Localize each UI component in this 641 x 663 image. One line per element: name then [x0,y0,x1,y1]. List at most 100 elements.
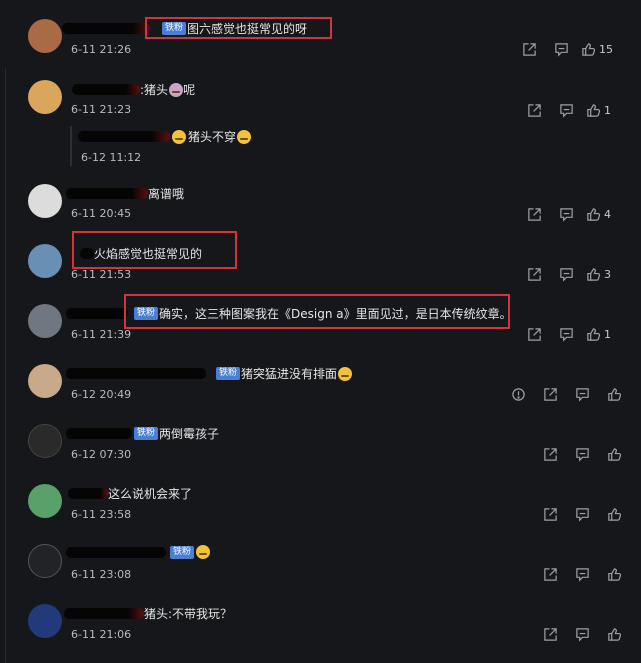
fan-badge: 铁粉 [134,427,159,440]
report-button[interactable] [502,386,534,402]
reply-timestamp: 6-12 11:12 [81,151,142,164]
share-icon [522,42,536,56]
redacted-username [64,608,144,619]
like-icon [607,567,621,581]
reply-indent-bar [70,126,72,166]
share-button[interactable] [513,41,545,57]
like-count: 1 [604,327,611,341]
reply-icon [554,42,568,57]
comment-actions [534,446,630,462]
reply-icon [575,627,589,642]
share-icon [543,567,557,581]
like-button[interactable] [598,566,630,582]
reply-button[interactable] [550,102,582,118]
reply-button[interactable] [550,326,582,342]
comment-text: 图六感觉也挺常见的呀 [187,22,308,36]
reply-button[interactable] [566,626,598,642]
comment-text-line: 铁粉 图六感觉也挺常见的呀 [62,20,307,37]
reply-icon [559,207,573,222]
share-button[interactable] [534,446,566,462]
avatar[interactable] [28,424,62,458]
avatar[interactable] [28,364,62,398]
comment-text: 火焰感觉也挺常见的 [94,247,203,261]
like-icon [607,447,621,461]
emoji-icon [338,366,353,381]
share-icon [543,447,557,461]
reply-icon [559,103,573,118]
avatar[interactable] [28,19,62,53]
comment-text-line: 这么说机会来了 [68,485,192,502]
reply-button[interactable] [550,206,582,222]
avatar[interactable] [28,184,62,218]
fan-badge: 铁粉 [216,367,241,380]
comment-text: 两倒霉孩子 [159,427,220,441]
share-button[interactable] [534,506,566,522]
share-button[interactable] [518,206,550,222]
avatar[interactable] [28,80,62,114]
like-icon [607,627,621,641]
redacted-username [66,428,132,439]
fan-badge: 铁粉 [162,22,187,35]
reply-button[interactable] [550,266,582,282]
like-button[interactable]: 4 [586,206,611,222]
fan-badge: 铁粉 [134,307,159,320]
reply-button[interactable] [566,446,598,462]
like-button[interactable] [598,626,630,642]
avatar[interactable] [28,544,62,578]
share-button[interactable] [518,102,550,118]
timestamp: 6-11 21:26 [71,43,132,56]
reply-icon [575,567,589,582]
like-icon [607,507,621,521]
reply-button[interactable] [566,386,598,402]
like-button[interactable] [598,386,630,402]
timestamp: 6-11 23:58 [71,508,132,521]
like-button[interactable]: 1 [586,102,611,118]
redacted-username [62,23,150,34]
timestamp: 6-11 21:53 [71,268,132,281]
timestamp: 6-11 23:08 [71,568,132,581]
like-icon [587,327,601,341]
redacted-username [78,131,170,142]
share-icon [543,507,557,521]
redacted-username [66,368,206,379]
share-icon [543,627,557,641]
share-button[interactable] [534,566,566,582]
reply-text-line: 猪头不穿 [78,128,252,145]
reply-button[interactable] [545,41,577,57]
like-button[interactable]: 15 [581,41,613,57]
reply-button[interactable] [566,566,598,582]
comment-text: :猪头 [140,83,169,97]
timestamp: 6-11 21:06 [71,628,132,641]
comment-text-after: 呢 [183,83,196,97]
like-icon [587,267,601,281]
comment-actions [534,506,630,522]
comment-text-line: :猪头 呢 [72,81,195,98]
like-count: 3 [604,267,611,281]
comment-text-line: 铁粉 两倒霉孩子 [66,425,219,442]
share-icon [527,267,541,281]
like-button[interactable]: 3 [586,266,611,282]
like-button[interactable] [598,506,630,522]
avatar[interactable] [28,484,62,518]
comment-text-line: 猪头:不带我玩？ [64,605,232,622]
comment-text-line: 铁粉 猪突猛进没有排面 [66,365,353,382]
share-button[interactable] [518,326,550,342]
avatar[interactable] [28,304,62,338]
share-button[interactable] [534,626,566,642]
comment-text: 确实，这三种图案我在《Design a》里面见过，是日本传统纹章。 [159,307,512,321]
like-icon [582,42,596,56]
like-button[interactable]: 1 [586,326,611,342]
comment-text-line: 火焰感觉也挺常见的 [80,245,202,262]
reply-icon [575,387,589,402]
share-button[interactable] [518,266,550,282]
thread-line [5,68,6,663]
like-button[interactable] [598,446,630,462]
like-icon [607,387,621,401]
avatar[interactable] [28,244,62,278]
reply-button[interactable] [566,506,598,522]
reply-icon [575,447,589,462]
avatar[interactable] [28,604,62,638]
comment-actions [534,566,630,582]
report-icon [511,387,525,401]
share-button[interactable] [534,386,566,402]
